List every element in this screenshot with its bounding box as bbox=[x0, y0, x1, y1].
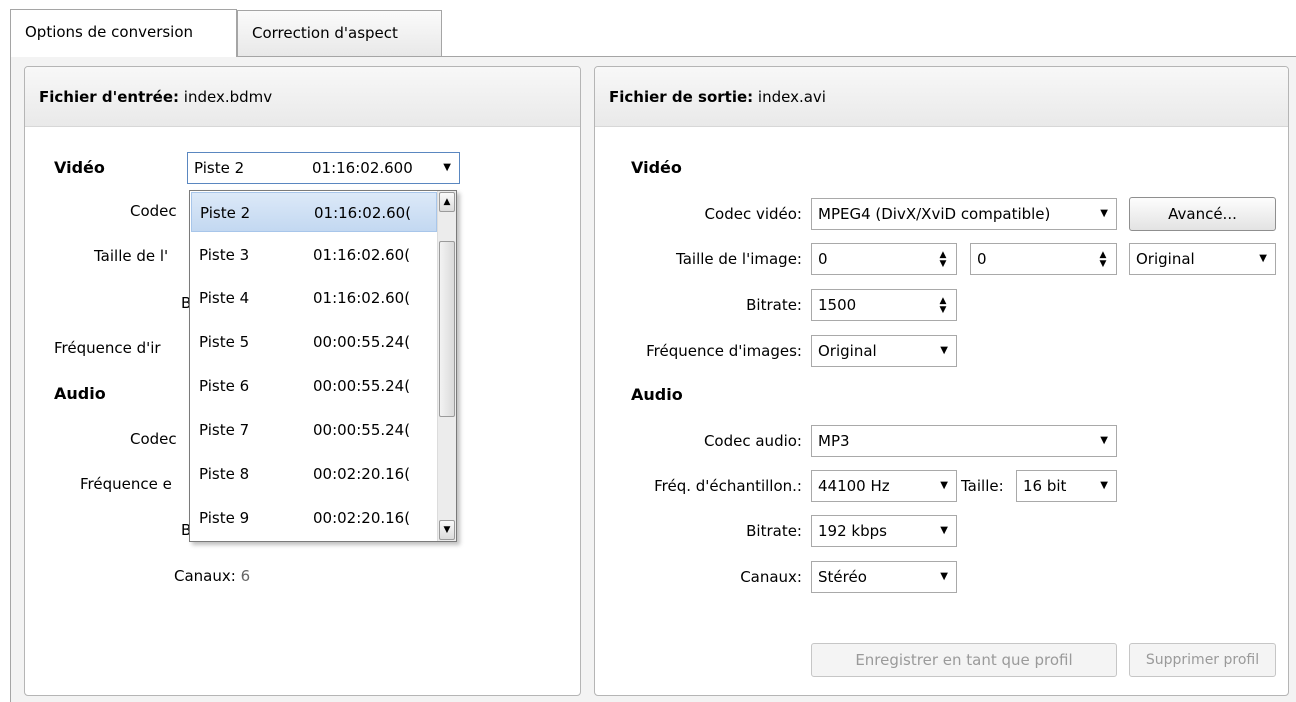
dropdown-item-name: Piste 2 bbox=[200, 204, 251, 222]
dropdown-item-time: 01:16:02.60( bbox=[313, 246, 411, 264]
framerate-value: Original bbox=[818, 342, 877, 360]
input-channels-label: Canaux: 6 bbox=[174, 567, 250, 585]
input-channels-value: 6 bbox=[240, 567, 251, 585]
dropdown-item[interactable]: Piste 8 00:02:20.16( bbox=[191, 454, 437, 494]
input-audio-codec-label: Codec bbox=[130, 430, 177, 448]
chevron-down-icon: ▼ bbox=[940, 480, 948, 491]
output-panel-header: Fichier de sortie: index.avi bbox=[595, 67, 1288, 127]
spin-arrows-icon[interactable]: ▲ ▼ bbox=[938, 251, 948, 269]
save-profile-button[interactable]: Enregistrer en tant que profil bbox=[811, 643, 1117, 677]
chevron-down-icon: ▼ bbox=[940, 345, 948, 356]
input-header-label: Fichier d'entrée: bbox=[39, 88, 179, 106]
bitrate-value: 1500 bbox=[818, 296, 857, 314]
chevron-down-icon: ▼ bbox=[1259, 253, 1267, 264]
bitrate-label: Bitrate: bbox=[746, 296, 802, 314]
track-dropdown-list[interactable]: Piste 2 01:16:02.60( Piste 3 01:16:02.60… bbox=[189, 190, 457, 542]
tab-conversion-options[interactable]: Options de conversion bbox=[10, 9, 237, 57]
channels-select[interactable]: Stéréo ▼ bbox=[811, 561, 957, 593]
output-header-label: Fichier de sortie: bbox=[609, 88, 754, 106]
height-spinbox[interactable]: 0 ▲ ▼ bbox=[970, 243, 1117, 275]
audio-bitrate-value: 192 kbps bbox=[818, 522, 887, 540]
sample-rate-label: Fréq. d'échantillon.: bbox=[654, 477, 802, 495]
track-select-name: Piste 2 bbox=[194, 159, 245, 177]
height-value: 0 bbox=[977, 250, 987, 268]
size-preset-value: Original bbox=[1136, 250, 1195, 268]
tab-aspect-correction[interactable]: Correction d'aspect bbox=[237, 10, 442, 56]
chevron-down-icon: ▼ bbox=[940, 525, 948, 536]
dropdown-item-time: 00:00:55.24( bbox=[313, 421, 411, 439]
scroll-up-icon[interactable]: ▲ bbox=[439, 192, 455, 212]
output-file-name: index.avi bbox=[757, 88, 826, 106]
width-spinbox[interactable]: 0 ▲ ▼ bbox=[811, 243, 957, 275]
audio-bitrate-select[interactable]: 192 kbps ▼ bbox=[811, 515, 957, 547]
codec-video-value: MPEG4 (DivX/XviD compatible) bbox=[818, 205, 1051, 223]
output-file-panel: Fichier de sortie: index.avi bbox=[594, 66, 1289, 696]
dropdown-item-name: Piste 6 bbox=[199, 377, 250, 395]
dropdown-item[interactable]: Piste 7 00:00:55.24( bbox=[191, 410, 437, 450]
scroll-down-icon[interactable]: ▼ bbox=[439, 520, 455, 540]
dropdown-item-name: Piste 3 bbox=[199, 246, 250, 264]
dropdown-item-time: 01:16:02.60( bbox=[314, 204, 412, 222]
dropdown-item-name: Piste 5 bbox=[199, 333, 250, 351]
codec-audio-value: MP3 bbox=[818, 432, 850, 450]
track-select[interactable]: Piste 2 01:16:02.600 ▼ bbox=[187, 152, 460, 184]
channels-value: Stéréo bbox=[818, 568, 867, 586]
dropdown-item[interactable]: Piste 6 00:00:55.24( bbox=[191, 366, 437, 406]
chevron-down-icon: ▼ bbox=[1100, 480, 1108, 491]
audio-bitrate-label: Bitrate: bbox=[746, 522, 802, 540]
chevron-down-icon: ▼ bbox=[1100, 208, 1108, 219]
input-file-name: index.bdmv bbox=[183, 88, 273, 106]
dropdown-item-time: 00:00:55.24( bbox=[313, 377, 411, 395]
chevron-down-icon: ▼ bbox=[940, 571, 948, 582]
track-select-time: 01:16:02.600 bbox=[312, 159, 413, 177]
input-video-section-title: Vidéo bbox=[54, 158, 105, 177]
codec-video-label: Codec vidéo: bbox=[704, 205, 802, 223]
input-sample-rate-label: Fréquence e bbox=[80, 475, 172, 493]
dropdown-item-name: Piste 4 bbox=[199, 289, 250, 307]
spin-arrows-icon[interactable]: ▲ ▼ bbox=[1098, 251, 1108, 269]
dropdown-item-name: Piste 7 bbox=[199, 421, 250, 439]
sample-size-select[interactable]: 16 bit ▼ bbox=[1016, 470, 1117, 502]
sample-rate-select[interactable]: 44100 Hz ▼ bbox=[811, 470, 957, 502]
dropdown-item-time: 00:02:20.16( bbox=[313, 465, 411, 483]
dropdown-item[interactable]: Piste 4 01:16:02.60( bbox=[191, 278, 437, 318]
chevron-down-icon: ▼ bbox=[443, 162, 451, 173]
scrollbar-thumb[interactable] bbox=[439, 241, 455, 417]
channels-label: Canaux: bbox=[740, 568, 802, 586]
sample-size-value: 16 bit bbox=[1023, 477, 1067, 495]
codec-audio-label: Codec audio: bbox=[703, 432, 802, 450]
image-size-label: Taille de l'image: bbox=[676, 250, 802, 268]
sample-rate-value: 44100 Hz bbox=[818, 477, 890, 495]
codec-audio-select[interactable]: MP3 ▼ bbox=[811, 425, 1117, 457]
framerate-label: Fréquence d'images: bbox=[646, 342, 802, 360]
output-audio-section-title: Audio bbox=[631, 385, 683, 404]
dropdown-scrollbar[interactable]: ▲ ▼ bbox=[437, 191, 456, 541]
dropdown-item[interactable]: Piste 3 01:16:02.60( bbox=[191, 235, 437, 275]
chevron-down-icon: ▼ bbox=[1100, 435, 1108, 446]
input-codec-label: Codec bbox=[130, 202, 177, 220]
input-size-label: Taille de l' bbox=[94, 247, 169, 265]
dropdown-item-name: Piste 9 bbox=[199, 509, 250, 527]
dropdown-item-time: 01:16:02.60( bbox=[313, 289, 411, 307]
dropdown-item-name: Piste 8 bbox=[199, 465, 250, 483]
bitrate-spinbox[interactable]: 1500 ▲ ▼ bbox=[811, 289, 957, 321]
dropdown-item[interactable]: Piste 9 00:02:20.16( bbox=[191, 498, 437, 538]
dropdown-item[interactable]: Piste 2 01:16:02.60( bbox=[191, 192, 437, 232]
output-video-section-title: Vidéo bbox=[631, 158, 682, 177]
sample-size-label: Taille: bbox=[961, 477, 1004, 495]
delete-profile-button[interactable]: Supprimer profil bbox=[1129, 643, 1276, 677]
spin-arrows-icon[interactable]: ▲ ▼ bbox=[938, 297, 948, 315]
dropdown-item-time: 00:00:55.24( bbox=[313, 333, 411, 351]
size-preset-select[interactable]: Original ▼ bbox=[1129, 243, 1276, 275]
input-panel-header: Fichier d'entrée: index.bdmv bbox=[25, 67, 580, 127]
advanced-button[interactable]: Avancé... bbox=[1129, 197, 1276, 231]
width-value: 0 bbox=[818, 250, 828, 268]
framerate-select[interactable]: Original ▼ bbox=[811, 335, 957, 367]
codec-video-select[interactable]: MPEG4 (DivX/XviD compatible) ▼ bbox=[811, 198, 1117, 230]
channels-label-text: Canaux: bbox=[174, 567, 236, 585]
dropdown-item-time: 00:02:20.16( bbox=[313, 509, 411, 527]
input-audio-section-title: Audio bbox=[54, 384, 106, 403]
input-framerate-label: Fréquence d'ir bbox=[54, 339, 161, 357]
dropdown-item[interactable]: Piste 5 00:00:55.24( bbox=[191, 322, 437, 362]
